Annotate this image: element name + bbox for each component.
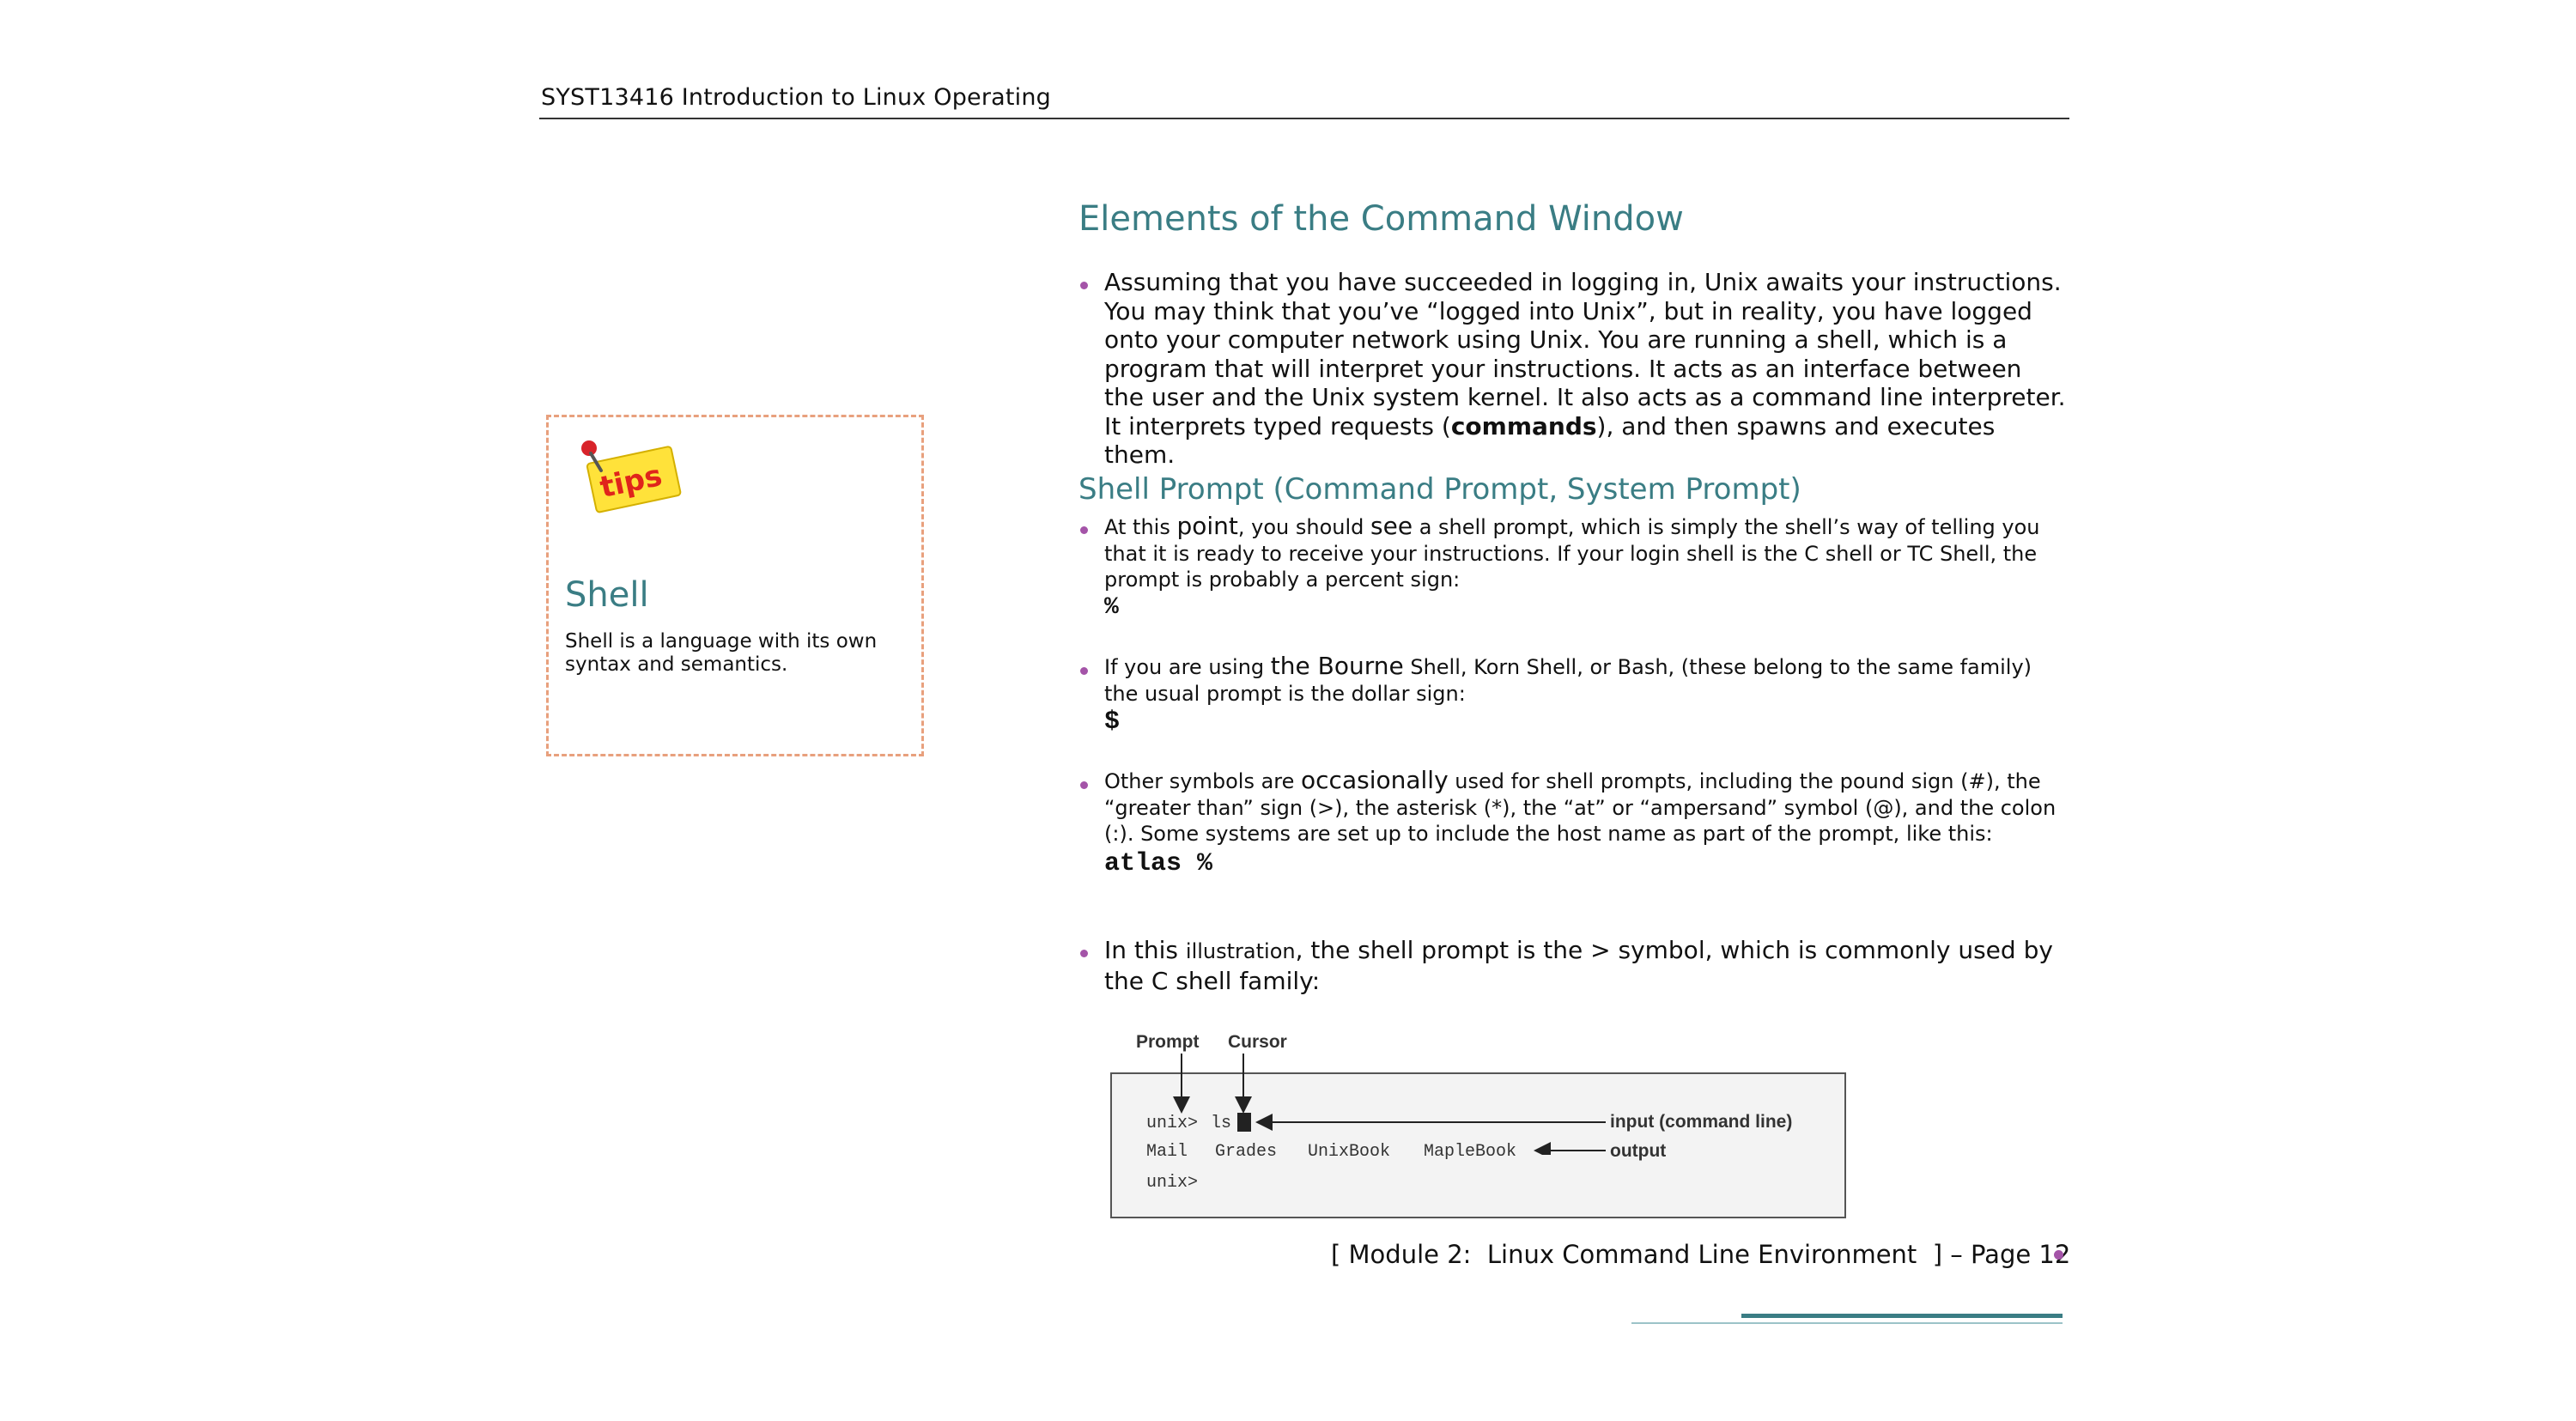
tips-sticky-note-icon: tips (581, 440, 682, 513)
bullet1-text: point (1176, 512, 1238, 540)
bullet-dollar-prompt: If you are using the Bourne Shell, Korn … (1104, 653, 2066, 738)
bullet3-text: occasionally (1301, 766, 1449, 794)
bullet1-text: At this (1104, 515, 1177, 539)
code-atlas-prompt: atlas % (1104, 848, 1213, 878)
footer-bullet-icon (2054, 1250, 2063, 1260)
sidebar-description: Shell is a language with its own syntax … (565, 630, 878, 676)
bullet-icon (1080, 950, 1088, 957)
intro-bold-commands: commands (1450, 411, 1597, 440)
bullet-other-symbols: Other symbols are occasionally used for … (1104, 766, 2066, 880)
bullet-percent-prompt: At this point, you should see a shell pr… (1104, 513, 2066, 622)
footer-divider-thick (1741, 1314, 2063, 1318)
figure-label-cursor: Cursor (1228, 1032, 1287, 1052)
figure-label-prompt: Prompt (1136, 1032, 1200, 1052)
footer-divider-thin (1631, 1322, 2063, 1324)
bullet-icon (1080, 282, 1088, 289)
page-footer: [ Module 2: Linux Command Line Environme… (1331, 1240, 2071, 1269)
figure-arrows (1173, 1054, 1606, 1155)
bullet4-text: In this (1104, 936, 1186, 964)
code-dollar: $ (1104, 707, 1121, 737)
terminal-prompt-2: unix> (1146, 1173, 1199, 1193)
section-heading: Elements of the Command Window (1078, 199, 1684, 239)
bullet-icon (1080, 667, 1088, 675)
header-divider (539, 118, 2069, 119)
running-header: SYST13416 Introduction to Linux Operatin… (541, 84, 1052, 111)
bullet4-text: illustration (1185, 939, 1296, 963)
bullet-icon (1080, 781, 1088, 789)
bullet1-text: , you should (1237, 515, 1371, 539)
intro-paragraph: Assuming that you have succeeded in logg… (1104, 268, 2066, 470)
figure-label-input: input (command line) (1610, 1112, 1793, 1132)
bullet2-text: the Bourne (1270, 652, 1404, 680)
bullet-illustration: In this illustration, the shell prompt i… (1104, 936, 2066, 995)
bullet1-text: see (1370, 512, 1413, 540)
bullet3-text: Other symbols are (1104, 769, 1302, 793)
sidebar-heading: Shell (565, 575, 649, 615)
bullet2-text: If you are using (1104, 655, 1271, 679)
code-percent: % (1104, 593, 1119, 621)
bullet-icon (1080, 526, 1088, 534)
subsection-heading: Shell Prompt (Command Prompt, System Pro… (1078, 472, 1801, 507)
